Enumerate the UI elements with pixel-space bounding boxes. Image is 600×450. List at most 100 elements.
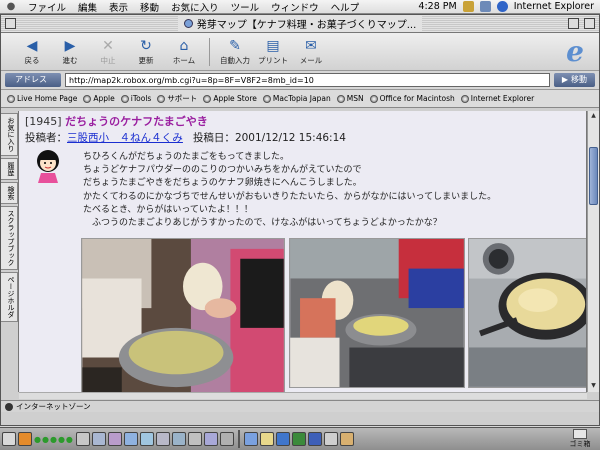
mail-button[interactable]: ✉ メール	[292, 37, 330, 66]
girl-avatar-icon	[37, 150, 59, 183]
word-icon[interactable]	[307, 432, 322, 446]
print-button[interactable]: ▤ プリント	[254, 37, 292, 66]
monitor-icon[interactable]	[479, 1, 491, 12]
bookmark-icon	[203, 94, 212, 103]
ie-logo-icon[interactable]: e	[559, 36, 591, 68]
home-button[interactable]: ⌂ ホーム	[165, 37, 203, 66]
app-name[interactable]: Internet Explorer	[514, 1, 594, 12]
internet-explorer-icon[interactable]	[275, 432, 290, 446]
photo-cracking-egg	[81, 238, 285, 392]
rss-icon[interactable]	[18, 432, 32, 446]
go-button[interactable]: ▶ 移動	[553, 73, 595, 87]
back-button[interactable]: ◀ 戻る	[13, 37, 51, 66]
tab-history[interactable]: 履歴	[1, 158, 18, 180]
refresh-icon: ↻	[140, 38, 152, 54]
tab-search[interactable]: 検索	[1, 182, 18, 204]
mail-icon[interactable]	[323, 432, 338, 446]
address-input[interactable]	[65, 73, 550, 87]
autofill-button[interactable]: ✎ 自動入力	[216, 37, 254, 66]
body-line: ふつうのたまごよりあじがうすかったので、けなふがはいってちょうどよかったかな？	[83, 218, 442, 229]
menu-window[interactable]: ウィンドウ	[265, 0, 325, 14]
zoom-box-icon[interactable]	[568, 18, 579, 29]
favorite-label: Apple	[93, 94, 115, 103]
monitor-icon[interactable]	[155, 432, 170, 446]
favorite-link[interactable]: Internet Explorer	[460, 94, 535, 103]
favorite-label: Internet Explorer	[470, 94, 535, 103]
forward-button[interactable]: ▶ 進む	[51, 37, 89, 66]
dock-divider	[237, 430, 240, 448]
favorite-link[interactable]: MacTopia Japan	[262, 94, 331, 103]
menu-view[interactable]: 表示	[103, 0, 134, 14]
menu-edit[interactable]: 編集	[72, 0, 103, 14]
tab-favorites[interactable]: お気に入り	[1, 113, 18, 156]
stop-button[interactable]: ✕ 中止	[89, 37, 127, 66]
apple-menu-icon[interactable]: ●	[0, 1, 22, 12]
refresh-label: 更新	[138, 56, 154, 65]
menu-go[interactable]: 移動	[134, 0, 165, 14]
go-label: 移動	[571, 75, 587, 84]
file-sharing-icon[interactable]	[107, 432, 122, 446]
keyboard-icon[interactable]	[123, 432, 138, 446]
bookmark-icon	[157, 94, 166, 103]
cd-icon[interactable]	[75, 432, 90, 446]
favorite-link[interactable]: Office for Macintosh	[369, 94, 455, 103]
horizontal-scrollbar[interactable]	[19, 392, 587, 399]
print-label: プリント	[258, 56, 288, 65]
battery-dots-icon[interactable]: ●●●●●	[34, 435, 74, 444]
home-label: ホーム	[172, 56, 196, 65]
menu-help[interactable]: ヘルプ	[325, 0, 366, 14]
menubar: ● ファイル 編集 表示 移動 お気に入り ツール ウィンドウ ヘルプ 4:28…	[0, 0, 600, 14]
post-date: 2001/12/12 15:46:14	[234, 132, 346, 144]
go-arrow-icon: ▶	[561, 75, 568, 84]
favorite-link[interactable]: iTools	[120, 94, 152, 103]
bookmark-icon	[83, 94, 92, 103]
menu-tools[interactable]: ツール	[225, 0, 266, 14]
favorite-label: iTools	[130, 94, 152, 103]
tab-scrapbook[interactable]: スクラップブック	[1, 206, 18, 270]
favorites-bar: Live Home Page Apple iTools サポート Apple S…	[1, 90, 599, 108]
page-content[interactable]: [1945] だちょうのケナフたまごやき 投稿者：三股西小 ４ねん４くみ 投稿日…	[19, 111, 587, 392]
scroll-thumb[interactable]	[589, 147, 598, 205]
favorite-link[interactable]: Live Home Page	[7, 94, 77, 103]
refresh-button[interactable]: ↻ 更新	[127, 37, 165, 66]
excel-icon[interactable]	[291, 432, 306, 446]
body-line: ちひろくんがだちょうのたまごをもってきました。	[83, 152, 290, 162]
collapse-box-icon[interactable]	[584, 18, 595, 29]
printer-icon[interactable]	[91, 432, 106, 446]
favorite-link[interactable]: サポート	[157, 93, 197, 104]
scrapbook-icon[interactable]	[339, 432, 354, 446]
post-meta: 投稿者：三股西小 ４ねん４くみ 投稿日：2001/12/12 15:46:14	[25, 130, 346, 145]
photo-frying-pan	[468, 238, 586, 388]
autofill-label: 自動入力	[220, 56, 250, 65]
ie-app-icon[interactable]	[496, 1, 508, 12]
poster-link[interactable]: 三股西小 ４ねん４くみ	[67, 132, 183, 144]
finder-icon[interactable]	[243, 432, 258, 446]
favorite-link[interactable]: Apple Store	[203, 94, 257, 103]
photo-egg-bowl	[289, 238, 465, 388]
favorite-link[interactable]: MSN	[336, 94, 364, 103]
favorite-link[interactable]: Apple	[83, 94, 115, 103]
appletalk-icon[interactable]	[2, 432, 16, 446]
menu-favorites[interactable]: お気に入り	[165, 0, 225, 14]
location-icon[interactable]	[139, 432, 154, 446]
menu-file[interactable]: ファイル	[22, 0, 72, 14]
trash-icon[interactable]: ゴミ箱	[566, 429, 594, 449]
trash-can-shape	[573, 429, 587, 439]
sound-icon[interactable]	[187, 432, 202, 446]
scroll-up-icon[interactable]: ▲	[589, 112, 598, 121]
pen-icon[interactable]	[462, 1, 474, 12]
browser-window: 発芽マップ【ケナフ料理・お菓子づくりマップ... ◀ 戻る ▶ 進む ✕ 中止 ↻ 更新…	[0, 14, 600, 426]
vertical-scrollbar[interactable]: ▲ ▼	[587, 111, 599, 392]
hard-disk-icon[interactable]	[219, 432, 234, 446]
title-bar[interactable]: 発芽マップ【ケナフ料理・お菓子づくりマップ...	[1, 15, 599, 33]
web-sharing-icon[interactable]	[203, 432, 218, 446]
mail-label: メール	[299, 56, 323, 65]
remote-access-icon[interactable]	[171, 432, 186, 446]
close-box-icon[interactable]	[5, 18, 16, 29]
tab-page-holder[interactable]: ページホルダ	[1, 272, 18, 322]
notepad-icon[interactable]	[259, 432, 274, 446]
scroll-down-icon[interactable]: ▼	[589, 382, 598, 391]
bookmark-icon	[262, 94, 271, 103]
post-title: だちょうのケナフたまごやき	[65, 115, 208, 128]
clock[interactable]: 4:28 PM	[418, 1, 456, 12]
